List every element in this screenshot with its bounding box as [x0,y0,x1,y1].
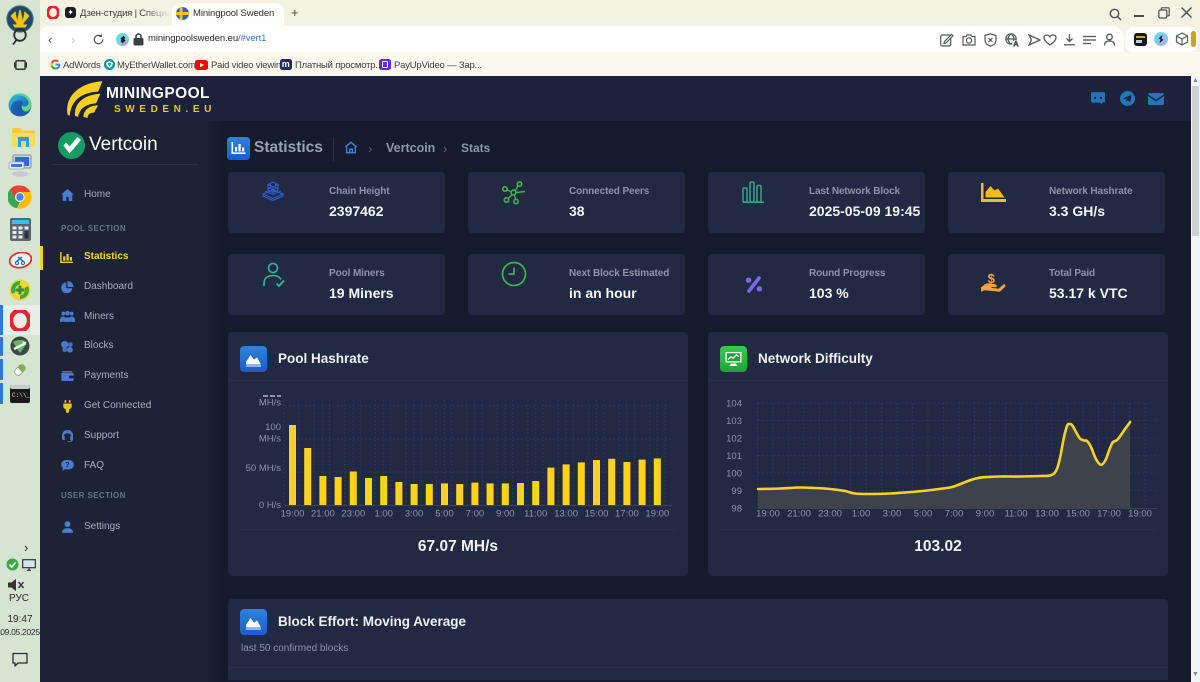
svg-text:23:00: 23:00 [341,509,365,520]
svg-text:23:00: 23:00 [818,509,842,520]
svg-text:99: 99 [731,486,742,497]
svg-text:MH/s: MH/s [259,434,281,445]
svg-text:9:00: 9:00 [496,509,515,520]
svg-text:102: 102 [726,434,742,445]
svg-text:104: 104 [726,399,742,410]
svg-text:13:00: 13:00 [1035,509,1059,520]
svg-text:13:00: 13:00 [554,509,578,520]
svg-text:7:00: 7:00 [945,509,964,520]
svg-text:101: 101 [726,451,742,462]
svg-text:11:00: 11:00 [1004,509,1027,520]
svg-text:50 MH/s: 50 MH/s [246,463,282,474]
svg-text:11:00: 11:00 [524,509,547,520]
svg-text:3:00: 3:00 [405,509,424,520]
svg-text:15:00: 15:00 [585,509,609,520]
svg-text:98: 98 [731,504,742,515]
svg-text:21:00: 21:00 [311,509,335,520]
svg-text:19:00: 19:00 [1128,509,1152,520]
svg-text:C:\\_: C:\\_ [12,392,30,399]
svg-text:100: 100 [726,469,742,480]
svg-text:0 H/s: 0 H/s [259,500,281,511]
svg-text:1:00: 1:00 [374,509,393,520]
svg-text:100: 100 [265,422,281,433]
svg-text:9:00: 9:00 [976,509,995,520]
svg-text:MH/s: MH/s [259,398,281,409]
svg-text:?: ? [65,462,69,469]
svg-text:7:00: 7:00 [466,509,485,520]
svg-text:103: 103 [726,416,742,427]
svg-text:15:00: 15:00 [1066,509,1090,520]
svg-text:5:00: 5:00 [435,509,454,520]
svg-text:A: A [1014,41,1019,47]
svg-text:17:00: 17:00 [615,509,639,520]
svg-text:3:00: 3:00 [883,509,902,520]
svg-text:5:00: 5:00 [914,509,933,520]
svg-text:19:00: 19:00 [645,509,669,520]
svg-text:21:00: 21:00 [787,509,811,520]
svg-text:1:00: 1:00 [852,509,871,520]
svg-text:17:00: 17:00 [1097,509,1121,520]
svg-text:19:00: 19:00 [756,509,780,520]
svg-text:19:00: 19:00 [281,509,305,520]
